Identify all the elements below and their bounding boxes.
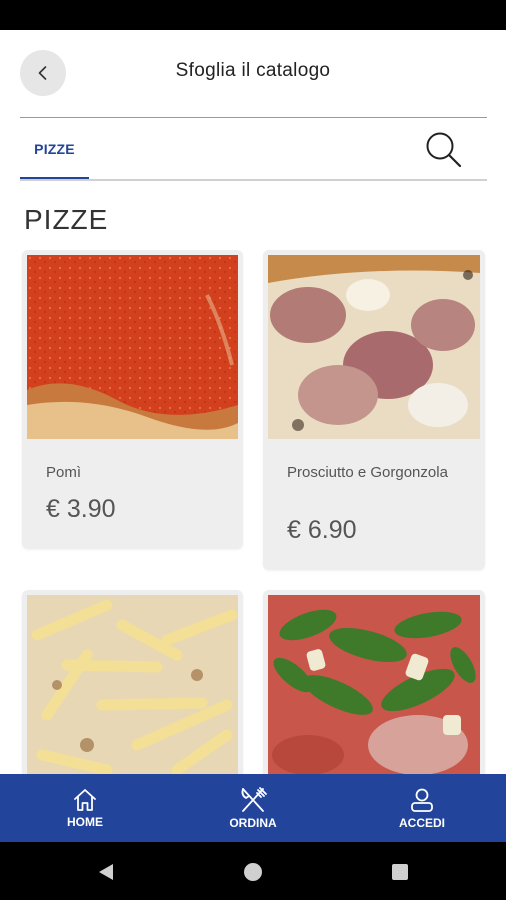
user-icon	[411, 788, 433, 812]
product-card-prosciutto-gorgonzola[interactable]: Prosciutto e Gorgonzola € 6.90	[263, 250, 485, 570]
status-bar	[0, 0, 506, 30]
home-icon	[74, 789, 96, 811]
product-name: Prosciutto e Gorgonzola	[287, 464, 448, 481]
system-recents-icon[interactable]	[391, 863, 409, 881]
section-title: PIZZE	[24, 204, 109, 235]
product-card-pomi[interactable]: Pomì € 3.90	[22, 250, 243, 549]
tabs-divider	[20, 179, 487, 181]
system-navigation-bar	[0, 842, 506, 900]
tab-label: PIZZE	[34, 141, 75, 157]
product-image-pomi	[27, 255, 238, 439]
page-title: Sfoglia il catalogo	[175, 60, 331, 81]
top-bar: Sfoglia il catalogo	[0, 30, 506, 118]
product-name: Pomì	[46, 464, 82, 481]
system-home-icon[interactable]	[243, 862, 263, 882]
bottom-navigation: HOME ORDINA ACCEDI	[0, 774, 506, 842]
product-image-3	[27, 595, 238, 779]
product-price: € 6.90	[287, 516, 357, 544]
search-button[interactable]	[422, 128, 466, 172]
product-price: € 3.90	[46, 495, 116, 523]
tab-pizze[interactable]: PIZZE	[20, 118, 89, 180]
nav-accedi-label: ACCEDI	[398, 816, 445, 830]
category-tabs: PIZZE	[20, 118, 487, 180]
nav-home-label: HOME	[67, 815, 103, 829]
product-image-prosciutto-gorgonzola	[268, 255, 480, 439]
product-image-4	[268, 595, 480, 779]
system-back-icon[interactable]	[96, 862, 116, 882]
nav-accedi[interactable]: ACCEDI	[362, 774, 482, 842]
fork-knife-icon	[241, 787, 267, 812]
nav-home[interactable]: HOME	[25, 774, 145, 842]
nav-ordina[interactable]: ORDINA	[193, 774, 313, 842]
nav-ordina-label: ORDINA	[229, 816, 277, 830]
search-icon	[426, 132, 462, 168]
